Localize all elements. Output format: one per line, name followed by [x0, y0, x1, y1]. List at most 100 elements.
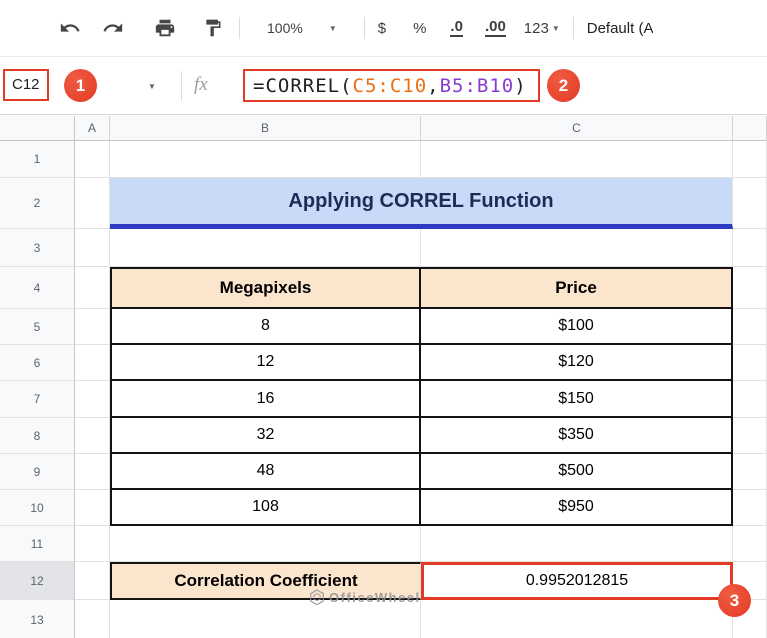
row-header-12[interactable]: 12 — [0, 562, 75, 600]
row-header-13[interactable]: 13 — [0, 600, 75, 638]
cell-d9[interactable] — [733, 454, 767, 490]
redo-button[interactable] — [100, 15, 126, 41]
row-header-9[interactable]: 9 — [0, 454, 75, 490]
format-percent-button[interactable]: % — [413, 20, 426, 37]
row-header-1[interactable]: 1 — [0, 141, 75, 178]
sheet-row: 4 Megapixels Price — [0, 267, 767, 309]
cell-c7[interactable]: $150 — [421, 381, 733, 418]
cell-c1[interactable] — [421, 141, 733, 178]
column-header-c[interactable]: C — [421, 116, 733, 141]
formula-close: ) — [514, 74, 527, 97]
zoom-select[interactable]: 100% ▼ — [253, 20, 351, 36]
cell-b8[interactable]: 32 — [110, 418, 421, 454]
cell-c6[interactable]: $120 — [421, 345, 733, 381]
row-header-10[interactable]: 10 — [0, 490, 75, 526]
redo-icon — [103, 23, 123, 32]
column-header-b[interactable]: B — [110, 116, 421, 141]
select-all-corner[interactable] — [0, 116, 75, 141]
cell-a13[interactable] — [75, 600, 110, 638]
cell-b9[interactable]: 48 — [110, 454, 421, 490]
cell-a3[interactable] — [75, 229, 110, 267]
column-header-a[interactable]: A — [75, 116, 110, 141]
cell-a2[interactable] — [75, 178, 110, 229]
cell-c10[interactable]: $950 — [421, 490, 733, 526]
formula-input[interactable]: =CORREL(C5:C10, B5:B10) — [243, 69, 540, 102]
google-sheets-window: 100% ▼ $ % .0 .00 123 ▼ Default (A C12 1… — [0, 0, 767, 638]
cell-a5[interactable] — [75, 309, 110, 345]
format-currency-button[interactable]: $ — [378, 20, 386, 37]
row-header-7[interactable]: 7 — [0, 381, 75, 418]
font-select[interactable]: Default (A — [587, 20, 654, 37]
undo-button[interactable] — [57, 15, 83, 41]
cell-d6[interactable] — [733, 345, 767, 381]
cell-c11[interactable] — [421, 526, 733, 562]
cell-a11[interactable] — [75, 526, 110, 562]
cell-c13[interactable] — [421, 600, 733, 638]
cell-c3[interactable] — [421, 229, 733, 267]
step-1-badge: 1 — [64, 69, 97, 102]
cell-a1[interactable] — [75, 141, 110, 178]
paint-format-icon — [206, 19, 221, 37]
cell-d7[interactable] — [733, 381, 767, 418]
cell-d1[interactable] — [733, 141, 767, 178]
cell-b10[interactable]: 108 — [110, 490, 421, 526]
cell-a9[interactable] — [75, 454, 110, 490]
chevron-down-icon: ▼ — [328, 23, 337, 33]
watermark: OfficeWheel — [310, 589, 421, 605]
cell-c12-selected[interactable]: 0.9952012815 — [421, 562, 733, 600]
cell-a10[interactable] — [75, 490, 110, 526]
cell-b7[interactable]: 16 — [110, 381, 421, 418]
column-header-rest — [733, 116, 767, 141]
print-icon — [155, 19, 175, 37]
row-header-4[interactable]: 4 — [0, 267, 75, 309]
paint-format-button[interactable] — [200, 15, 226, 41]
cell-d5[interactable] — [733, 309, 767, 345]
cell-d4[interactable] — [733, 267, 767, 309]
row-header-11[interactable]: 11 — [0, 526, 75, 562]
cell-b6[interactable]: 12 — [110, 345, 421, 381]
cell-d2[interactable] — [733, 178, 767, 229]
cell-b3[interactable] — [110, 229, 421, 267]
sheet-row: 7 16 $150 — [0, 381, 767, 418]
cell-b13[interactable] — [110, 600, 421, 638]
cell-c9[interactable]: $500 — [421, 454, 733, 490]
cell-a12[interactable] — [75, 562, 110, 600]
title-cell-b2-c2[interactable]: Applying CORREL Function — [110, 178, 733, 229]
cell-c5[interactable]: $100 — [421, 309, 733, 345]
cell-c8[interactable]: $350 — [421, 418, 733, 454]
cell-c4[interactable]: Price — [421, 267, 733, 309]
formula-text: =CORREL( — [253, 74, 353, 97]
row-header-3[interactable]: 3 — [0, 229, 75, 267]
cell-d8[interactable] — [733, 418, 767, 454]
formula-range-1: C5:C10 — [352, 74, 428, 97]
step-3-badge: 3 — [718, 584, 751, 617]
sheet-row: 8 32 $350 — [0, 418, 767, 454]
cell-d10[interactable] — [733, 490, 767, 526]
row-header-5[interactable]: 5 — [0, 309, 75, 345]
row-header-8[interactable]: 8 — [0, 418, 75, 454]
formula-range-2: B5:B10 — [439, 74, 515, 97]
name-box[interactable]: C12 — [3, 69, 49, 101]
cell-b1[interactable] — [110, 141, 421, 178]
increase-decimal-button[interactable]: .00 — [484, 19, 506, 37]
cell-d11[interactable] — [733, 526, 767, 562]
row-header-6[interactable]: 6 — [0, 345, 75, 381]
cell-a8[interactable] — [75, 418, 110, 454]
cell-b11[interactable] — [110, 526, 421, 562]
more-formats-button[interactable]: 123 ▼ — [524, 20, 560, 37]
name-box-dropdown-icon[interactable]: ▼ — [148, 82, 156, 91]
row-header-2[interactable]: 2 — [0, 178, 75, 229]
cell-b5[interactable]: 8 — [110, 309, 421, 345]
sheet-row: 10 108 $950 — [0, 490, 767, 526]
decrease-decimal-button[interactable]: .0 — [450, 19, 463, 37]
cell-a4[interactable] — [75, 267, 110, 309]
cell-a7[interactable] — [75, 381, 110, 418]
toolbar-separator — [239, 17, 240, 39]
print-button[interactable] — [152, 15, 178, 41]
formula-comma: , — [427, 74, 440, 97]
sheet-row: 6 12 $120 — [0, 345, 767, 381]
watermark-text: OfficeWheel — [329, 589, 421, 605]
cell-d3[interactable] — [733, 229, 767, 267]
cell-b4[interactable]: Megapixels — [110, 267, 421, 309]
cell-a6[interactable] — [75, 345, 110, 381]
